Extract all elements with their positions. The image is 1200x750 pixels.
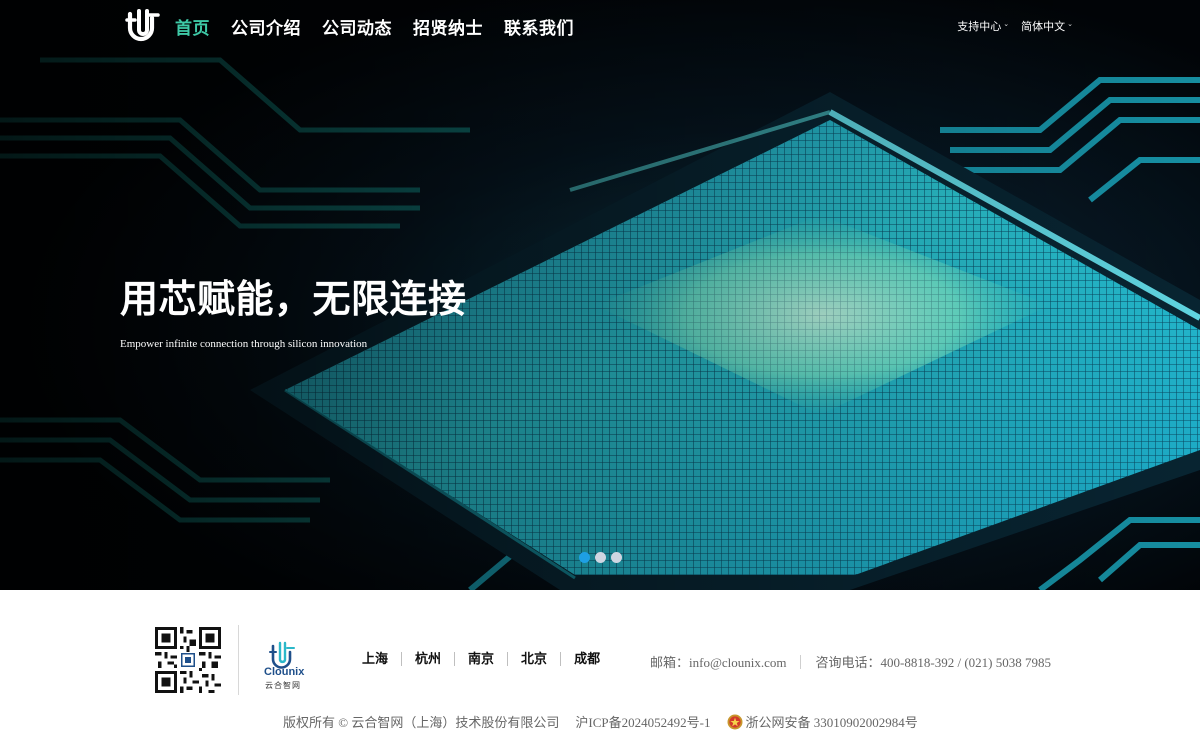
copyright-bar: 版权所有 © 云合智网（上海）技术股份有限公司 沪ICP备2024052492号…: [283, 712, 918, 731]
copyright-text: 版权所有 © 云合智网（上海）技术股份有限公司: [283, 715, 560, 730]
site-footer: Clounix 云合智网 上海 杭州 南京 北京 成都 邮箱：info@clou…: [0, 590, 1200, 750]
police-record-text: 浙公网安备 33010902002984号: [745, 715, 918, 730]
support-center-label: 支持中心: [957, 21, 1002, 33]
nav-item-careers[interactable]: 招贤纳士: [413, 14, 483, 39]
chevron-down-icon: ⌄: [1067, 21, 1073, 28]
contact-divider: [799, 654, 801, 669]
city-hangzhou[interactable]: 杭州: [401, 652, 454, 666]
qr-code-icon: [155, 627, 221, 693]
police-badge-icon: [727, 714, 743, 729]
hero-subtitle: Empower infinite connection through sili…: [120, 338, 368, 350]
city-list: 上海 杭州 南京 北京 成都: [349, 652, 613, 666]
top-header: 首页 公司介绍 公司动态 招贤纳士 联系我们 支持中心 ⌄ 简体中文 ⌄: [0, 0, 1200, 52]
contact-phone: 咨询电话：400-8818-392 / (021) 5038 7985: [815, 655, 1051, 670]
nav-item-contact[interactable]: 联系我们: [504, 14, 574, 39]
main-nav: 首页 公司介绍 公司动态 招贤纳士 联系我们: [175, 14, 574, 39]
language-label: 简体中文: [1021, 21, 1066, 33]
utility-links: 支持中心 ⌄ 简体中文 ⌄: [957, 18, 1073, 34]
carousel-dot-2[interactable]: [595, 552, 606, 563]
city-shanghai[interactable]: 上海: [349, 652, 401, 666]
city-beijing[interactable]: 北京: [507, 652, 560, 666]
contact-email[interactable]: 邮箱：info@clounix.com: [650, 652, 787, 671]
city-nanjing[interactable]: 南京: [454, 652, 507, 666]
hero-title: 用芯赋能，无限连接: [120, 279, 467, 321]
clounix-logo-icon[interactable]: [125, 8, 161, 44]
chevron-down-icon: ⌄: [1003, 21, 1010, 28]
carousel-dots: [579, 552, 622, 563]
icp-link[interactable]: 沪ICP备2024052492号-1: [575, 712, 710, 731]
carousel-dot-1[interactable]: [579, 552, 590, 563]
brand-name: Clounix: [264, 666, 305, 678]
nav-item-about[interactable]: 公司介绍: [231, 14, 301, 39]
carousel-dot-3[interactable]: [611, 552, 622, 563]
nav-item-news[interactable]: 公司动态: [322, 14, 392, 39]
language-dropdown[interactable]: 简体中文 ⌄: [1021, 18, 1073, 34]
footer-divider: [238, 625, 239, 695]
nav-item-home[interactable]: 首页: [175, 14, 210, 39]
police-record-link[interactable]: 浙公网安备 33010902002984号: [726, 712, 918, 731]
contact-info: 邮箱：info@clounix.com 咨询电话：400-8818-392 / …: [650, 652, 1051, 671]
support-center-dropdown[interactable]: 支持中心 ⌄: [957, 18, 1009, 34]
brand-cn-name: 云合智网: [265, 681, 301, 690]
city-chengdu[interactable]: 成都: [560, 652, 613, 666]
